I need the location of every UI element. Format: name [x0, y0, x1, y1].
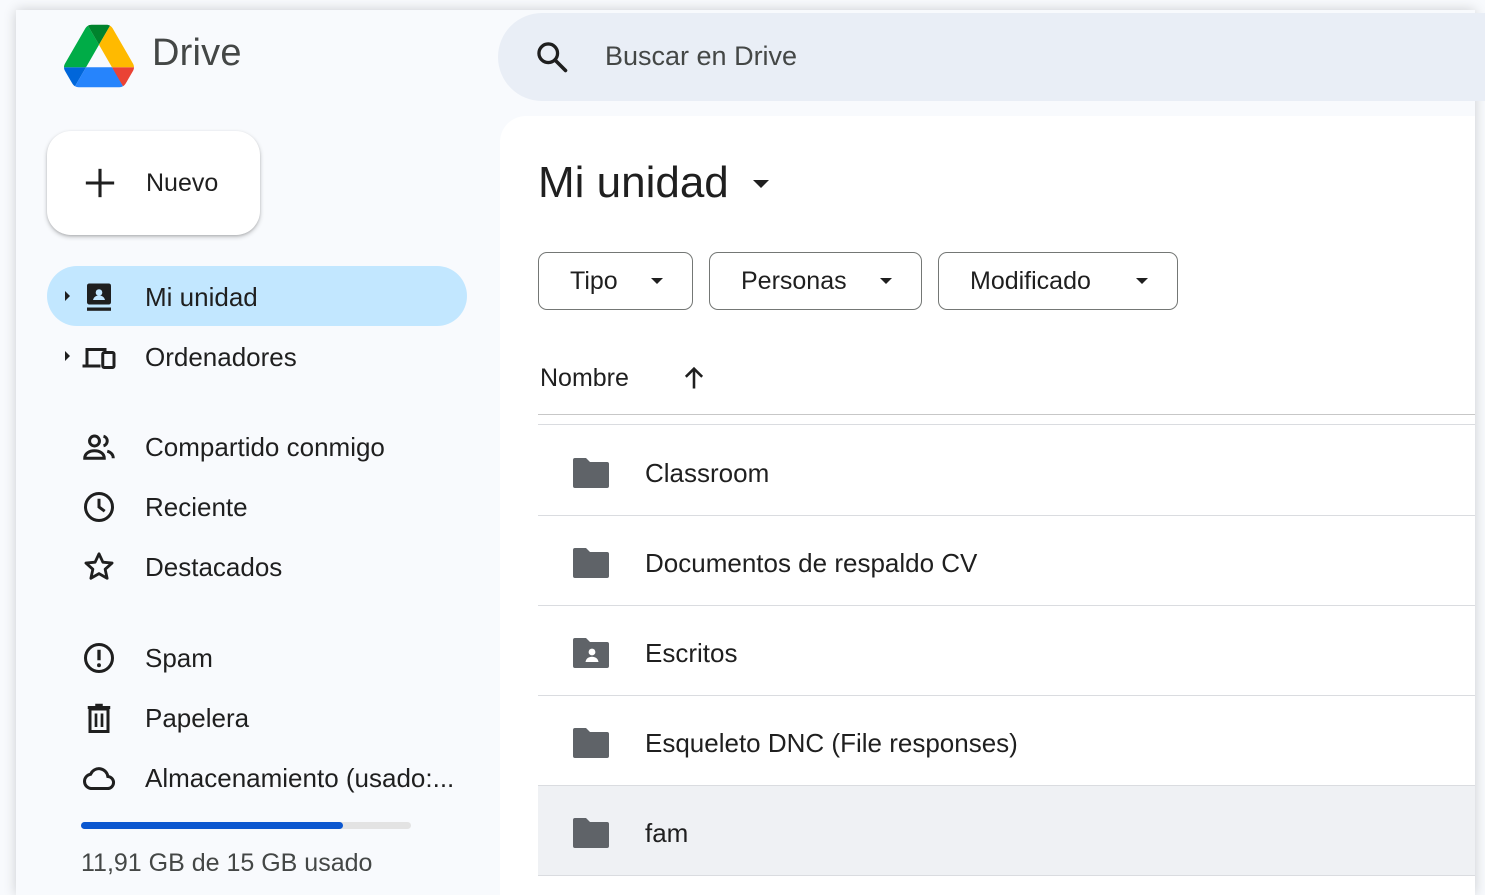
- file-name: Documentos de respaldo CV: [645, 548, 978, 578]
- header-divider: [538, 424, 1475, 425]
- star-icon: [84, 552, 114, 580]
- folder-icon: [573, 818, 609, 848]
- table-row[interactable]: Documentos de respaldo CV: [538, 516, 1475, 606]
- drive-logo-icon[interactable]: [64, 24, 134, 88]
- storage-usage-text[interactable]: 11,91 GB de 15 GB usado: [81, 849, 372, 878]
- folder-icon: [573, 458, 609, 488]
- sidebar-item-reciente[interactable]: Reciente: [47, 476, 467, 536]
- sidebar-item-papelera[interactable]: Papelera: [47, 687, 467, 747]
- sidebar-item-compartido[interactable]: Compartido conmigo: [47, 416, 467, 476]
- drive-app: Drive Buscar en Drive Nuevo Mi unidad Or…: [16, 10, 1485, 895]
- file-name: Classroom: [645, 458, 770, 488]
- new-button-label: Nuevo: [146, 169, 219, 197]
- app-brand[interactable]: Drive: [152, 32, 242, 75]
- chevron-down-icon: [880, 278, 892, 284]
- filter-tipo-chip[interactable]: Tipo: [538, 252, 693, 310]
- filter-label: Personas: [741, 267, 847, 295]
- column-header-name[interactable]: Nombre: [540, 364, 629, 393]
- plus-icon: [85, 168, 115, 198]
- clock-icon: [84, 492, 114, 522]
- file-name: Esqueleto DNC (File responses): [645, 728, 1018, 758]
- main-panel: Mi unidad Tipo Personas Modificado Nombr…: [500, 116, 1475, 895]
- sidebar-item-ordenadores[interactable]: Ordenadores: [47, 326, 467, 386]
- file-name: fam: [645, 818, 689, 848]
- sidebar-item-label: Papelera: [145, 703, 250, 733]
- sidebar-item-almacenamiento[interactable]: Almacenamiento (usado:...: [47, 747, 467, 807]
- sort-arrow-up-icon[interactable]: [680, 364, 708, 392]
- expand-caret-icon[interactable]: [65, 291, 70, 301]
- filter-modificado-chip[interactable]: Modificado: [938, 252, 1178, 310]
- sidebar-item-label: Ordenadores: [145, 342, 297, 372]
- people-icon: [83, 434, 115, 460]
- sidebar-item-mi-unidad[interactable]: Mi unidad: [47, 266, 467, 326]
- sidebar-item-label: Almacenamiento (usado:...: [145, 763, 455, 793]
- page-title[interactable]: Mi unidad: [538, 158, 729, 208]
- chevron-down-icon: [1136, 278, 1148, 284]
- trash-icon: [87, 703, 111, 733]
- search-bar[interactable]: Buscar en Drive: [498, 13, 1485, 101]
- spam-icon: [84, 643, 114, 673]
- sidebar-item-spam[interactable]: Spam: [47, 627, 467, 687]
- table-row[interactable]: Esqueleto DNC (File responses): [538, 696, 1475, 786]
- new-button[interactable]: Nuevo: [47, 131, 260, 235]
- storage-progress-bar: [81, 822, 411, 829]
- cloud-icon: [83, 767, 116, 790]
- file-name: Escritos: [645, 638, 738, 668]
- folder-icon: [573, 548, 609, 578]
- sidebar-item-label: Destacados: [145, 552, 283, 582]
- folder-icon: [573, 728, 609, 758]
- drive-icon: [87, 283, 111, 311]
- search-input[interactable]: Buscar en Drive: [605, 41, 797, 72]
- filter-label: Tipo: [570, 267, 618, 295]
- sidebar-item-label: Compartido conmigo: [145, 432, 385, 462]
- storage-progress-fill: [81, 822, 344, 829]
- expand-caret-icon[interactable]: [65, 351, 70, 361]
- chevron-down-icon: [651, 278, 663, 284]
- computers-icon: [82, 348, 116, 369]
- search-icon[interactable]: [534, 39, 570, 75]
- header-divider: [538, 414, 1475, 415]
- table-row[interactable]: Escritos: [538, 606, 1475, 696]
- table-row[interactable]: fam: [538, 786, 1475, 876]
- shared-folder-icon: [573, 638, 609, 668]
- sidebar-item-label: Spam: [145, 643, 213, 673]
- table-row[interactable]: Classroom: [538, 426, 1475, 516]
- filter-label: Modificado: [970, 267, 1091, 295]
- chevron-down-icon[interactable]: [753, 180, 769, 188]
- sidebar-item-label: Mi unidad: [145, 282, 258, 312]
- sidebar-item-destacados[interactable]: Destacados: [47, 536, 467, 596]
- sidebar-item-label: Reciente: [145, 492, 248, 522]
- filter-personas-chip[interactable]: Personas: [709, 252, 922, 310]
